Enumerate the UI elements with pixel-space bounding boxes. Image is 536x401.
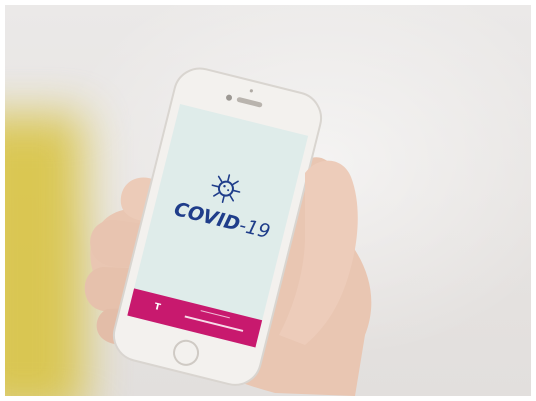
photo: COVID-19 T bbox=[5, 5, 531, 396]
app-title: COVID-19 bbox=[172, 198, 272, 243]
telekom-logo-icon: T bbox=[153, 301, 162, 314]
footer-small-text bbox=[200, 310, 230, 319]
app-title-suffix: -19 bbox=[236, 214, 273, 244]
virus-icon bbox=[211, 174, 241, 203]
footer-text bbox=[184, 315, 244, 332]
